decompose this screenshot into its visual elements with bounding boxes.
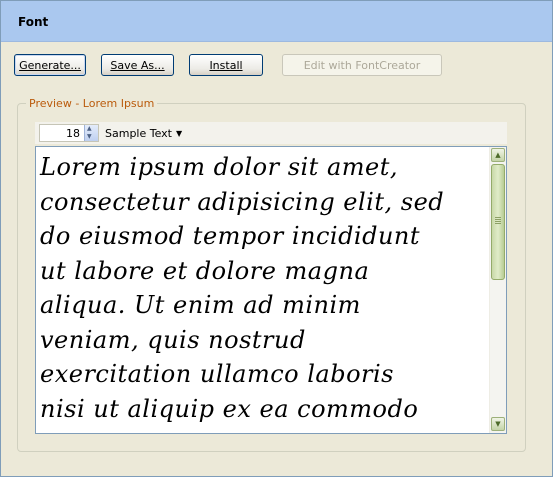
spin-down-icon[interactable]: ▼ xyxy=(87,133,92,141)
preview-line: do eiusmod tempor incididunt xyxy=(40,222,421,250)
spinner-arrows[interactable]: ▲ ▼ xyxy=(84,125,98,141)
edit-with-fontcreator-button[interactable]: Edit with FontCreator xyxy=(282,54,442,76)
grip-icon xyxy=(495,217,501,225)
font-size-value: 18 xyxy=(66,127,80,140)
preview-line: exercitation ullamco laboris xyxy=(40,360,394,388)
install-button[interactable]: Install xyxy=(189,54,263,76)
preview-line: consectetur adipisicing elit, sed xyxy=(40,187,445,216)
spin-up-icon[interactable]: ▲ xyxy=(87,125,92,133)
save-as-button-label: Save As... xyxy=(110,58,165,72)
install-button-label: Install xyxy=(209,58,243,72)
title-bar: Font xyxy=(1,1,552,42)
caret-down-icon: ▼ xyxy=(176,129,183,138)
preview-area[interactable]: Lorem ipsum dolor sit amet, consectetur … xyxy=(35,146,507,434)
preview-line: ut labore et dolore magna xyxy=(40,256,370,285)
preview-line: veniam, quis nostrud xyxy=(40,325,306,354)
scrollbar-thumb[interactable] xyxy=(491,164,505,280)
save-as-button[interactable]: Save As... xyxy=(101,54,174,76)
generate-button-label: Generate... xyxy=(19,58,81,72)
scroll-up-icon[interactable]: ▲ xyxy=(491,148,505,162)
generate-button[interactable]: Generate... xyxy=(14,54,86,76)
vertical-scrollbar[interactable]: ▲ ▼ xyxy=(489,147,506,433)
preview-text: Lorem ipsum dolor sit amet, consectetur … xyxy=(40,150,490,426)
preview-line: nisi ut aliquip ex ea commodo xyxy=(40,394,419,423)
sample-text-label: Sample Text xyxy=(105,127,172,140)
sample-text-dropdown[interactable]: Sample Text ▼ xyxy=(105,127,182,140)
preview-line: aliqua. Ut enim ad minim xyxy=(40,291,361,319)
scroll-down-icon[interactable]: ▼ xyxy=(491,417,505,431)
preview-line: Lorem ipsum dolor sit amet, xyxy=(40,153,398,181)
font-window: Font Generate... Save As... Install Edit… xyxy=(0,0,553,477)
window-title: Font xyxy=(18,15,49,29)
font-size-spinner[interactable]: 18 ▲ ▼ xyxy=(39,124,99,142)
preview-group-label: Preview - Lorem Ipsum xyxy=(26,97,158,110)
edit-with-fontcreator-label: Edit with FontCreator xyxy=(303,58,421,72)
